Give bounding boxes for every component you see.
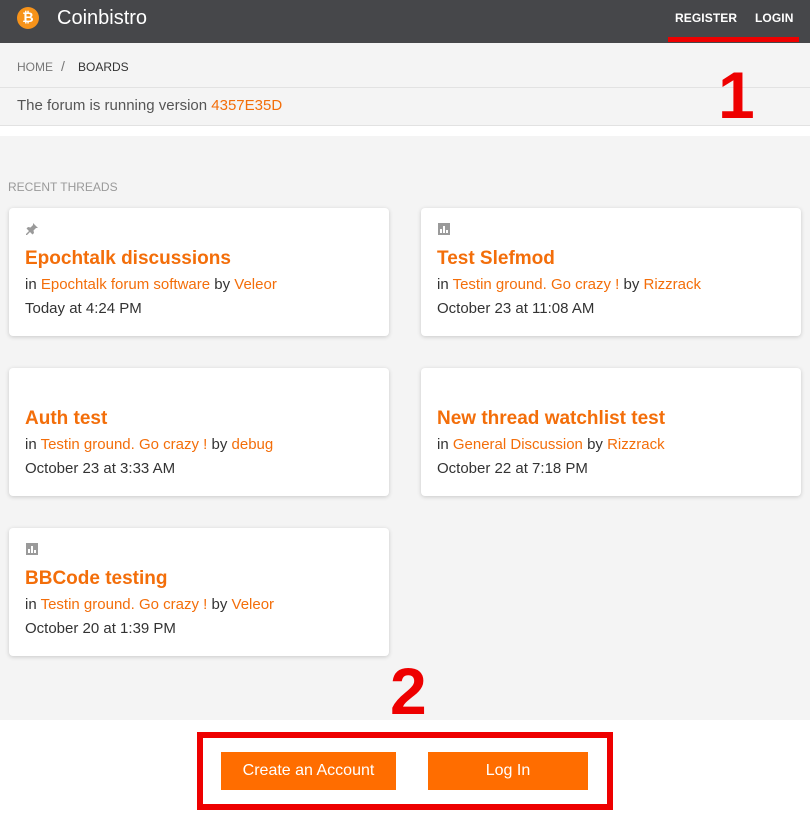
author-link[interactable]: Rizzrack (607, 436, 665, 453)
board-link[interactable]: General Discussion (453, 436, 583, 453)
thread-date: Today at 4:24 PM (25, 300, 142, 317)
thread-meta: in General Discussion by Rizzrack (437, 436, 665, 454)
thread-title[interactable]: Test Slefmod (437, 248, 555, 270)
annotation-underline (668, 37, 799, 42)
site-brand[interactable]: Coinbistro (57, 7, 147, 29)
bitcoin-logo-icon[interactable]: ₿ (17, 7, 39, 29)
login-link[interactable]: LOGIN (755, 11, 794, 25)
thread-meta: in Testin ground. Go crazy ! by debug (25, 436, 273, 454)
annotation-marker-1: 1 (718, 58, 755, 132)
breadcrumb-home[interactable]: HOME (17, 60, 53, 74)
divider (0, 126, 810, 136)
board-link[interactable]: Testin ground. Go crazy ! (41, 596, 208, 613)
board-link[interactable]: Testin ground. Go crazy ! (41, 436, 208, 453)
thread-card[interactable]: Test Slefmod in Testin ground. Go crazy … (421, 208, 801, 336)
poll-icon (437, 222, 451, 236)
thread-meta: in Testin ground. Go crazy ! by Rizzrack (437, 276, 701, 294)
thread-title[interactable]: New thread watchlist test (437, 408, 665, 430)
author-link[interactable]: Veleor (234, 276, 277, 293)
thread-title[interactable]: Epochtalk discussions (25, 248, 231, 270)
thread-date: October 23 at 11:08 AM (437, 300, 595, 317)
thread-meta: in Testin ground. Go crazy ! by Veleor (25, 596, 274, 614)
annotation-marker-2: 2 (390, 654, 427, 728)
thread-title[interactable]: BBCode testing (25, 568, 168, 590)
breadcrumb-separator: / (61, 58, 65, 74)
version-label: The forum is running version (17, 97, 212, 114)
author-link[interactable]: Rizzrack (644, 276, 702, 293)
thread-card[interactable]: Auth test in Testin ground. Go crazy ! b… (9, 368, 389, 496)
in-label: in (25, 276, 41, 293)
recent-threads-heading: RECENT THREADS (8, 180, 118, 194)
in-label: in (437, 436, 453, 453)
thread-date: October 23 at 3:33 AM (25, 460, 176, 477)
thread-card[interactable]: BBCode testing in Testin ground. Go craz… (9, 528, 389, 656)
in-label: in (25, 436, 41, 453)
thread-card[interactable]: Epochtalk discussions in Epochtalk forum… (9, 208, 389, 336)
in-label: in (25, 596, 41, 613)
version-notice: The forum is running version 4357E35D (17, 97, 282, 115)
thread-card[interactable]: New thread watchlist test in General Dis… (421, 368, 801, 496)
by-label: by (210, 276, 235, 293)
by-label: by (582, 436, 608, 453)
board-link[interactable]: Epochtalk forum software (41, 276, 210, 293)
thread-date: October 20 at 1:39 PM (25, 620, 176, 637)
register-link[interactable]: REGISTER (675, 11, 737, 25)
breadcrumb-current: BOARDS (78, 60, 129, 74)
pin-icon (25, 222, 39, 236)
by-label: by (207, 596, 232, 613)
author-link[interactable]: debug (232, 436, 274, 453)
in-label: in (437, 276, 453, 293)
board-link[interactable]: Testin ground. Go crazy ! (453, 276, 620, 293)
version-link[interactable]: 4357E35D (211, 97, 282, 114)
annotation-box (197, 732, 613, 810)
thread-meta: in Epochtalk forum software by Veleor (25, 276, 277, 294)
poll-icon (25, 542, 39, 556)
by-label: by (207, 436, 232, 453)
author-link[interactable]: Veleor (232, 596, 275, 613)
thread-date: October 22 at 7:18 PM (437, 460, 588, 477)
by-label: by (619, 276, 644, 293)
thread-title[interactable]: Auth test (25, 408, 107, 430)
